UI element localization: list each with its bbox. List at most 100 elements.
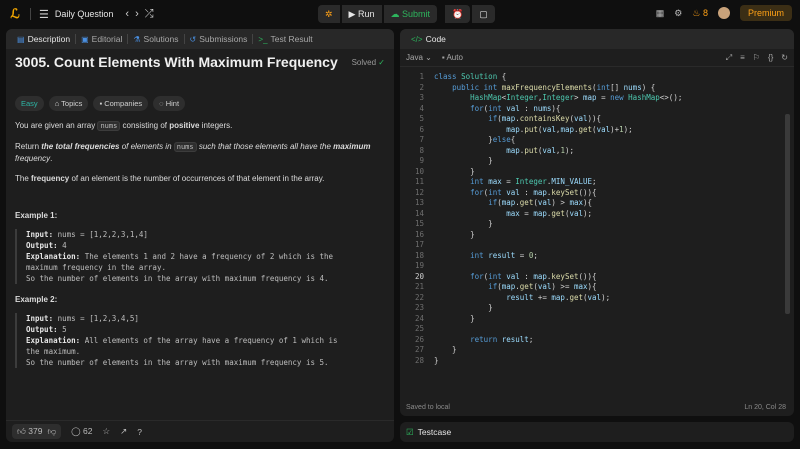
code-line[interactable]: } — [434, 230, 682, 241]
save-status: Saved to local — [406, 404, 450, 411]
editor-status-bar: Saved to local Ln 20, Col 28 — [406, 404, 786, 411]
code-line[interactable]: } — [434, 356, 682, 367]
code-line[interactable]: } — [434, 219, 682, 230]
notes-button[interactable]: ▢ — [472, 5, 495, 23]
shuffle-icon[interactable]: ⤮ — [145, 8, 154, 21]
code-line[interactable]: for(int val : nums){ — [434, 104, 682, 115]
code-line[interactable]: map.put(val,map.get(val)+1); — [434, 125, 682, 136]
line-number: 15 — [414, 219, 424, 228]
code-icon: </> — [411, 34, 423, 44]
chip-label: Hint — [165, 99, 180, 108]
companies-chip[interactable]: ▪ Companies — [93, 96, 149, 111]
code-editor[interactable]: 1 2 3 4 5 6 7 8 9 10 11 12 13 14 15 16 17 18 19 20 21 22 23 24 2… — [400, 69, 794, 394]
share-icon[interactable]: ↗ — [120, 426, 127, 437]
language-select[interactable]: Java ⌄ — [406, 53, 432, 62]
tab-description[interactable]: ▤ Description — [12, 34, 75, 44]
bold-text: frequency — [31, 174, 70, 183]
scrollbar[interactable] — [785, 114, 790, 314]
debug-button[interactable]: ✲ — [318, 5, 340, 23]
code-line[interactable]: for(int val : map.keySet()){ — [434, 188, 682, 199]
problem-description: 3005. Count Elements With Maximum Freque… — [6, 49, 394, 374]
code-line[interactable]: if(map.get(val) > max){ — [434, 198, 682, 209]
code-line[interactable]: if(map.get(val) >= max){ — [434, 282, 682, 293]
description-paragraph-1: You are given an array nums consisting o… — [15, 120, 385, 132]
run-button[interactable]: ▶ Run — [341, 5, 382, 23]
line-number: 1 — [419, 72, 424, 81]
tab-code[interactable]: </> Code — [406, 34, 451, 44]
tab-submissions[interactable]: ↺ Submissions — [185, 34, 253, 44]
tab-label: Editorial — [91, 34, 123, 44]
line-number: 19 — [414, 261, 424, 270]
like-button[interactable]: 👍︎ 379 — [17, 426, 42, 437]
text: consisting of — [120, 121, 170, 130]
reset-icon[interactable]: ↻ — [781, 53, 788, 63]
mode-select[interactable]: ▪ Auto — [442, 53, 463, 62]
line-number: 17 — [414, 240, 424, 249]
code-line[interactable] — [434, 261, 682, 272]
code-line[interactable]: int result = 0; — [434, 251, 682, 262]
line-number: 22 — [414, 292, 424, 302]
leetcode-logo-icon[interactable]: ℒ — [8, 6, 22, 21]
code-line[interactable]: if(map.containsKey(val)){ — [434, 114, 682, 125]
code-line[interactable]: max = map.get(val); — [434, 209, 682, 220]
format-icon[interactable]: ≡ — [740, 53, 745, 63]
value: 4 — [57, 241, 67, 250]
tab-label: Code — [425, 34, 446, 44]
layout-icon[interactable]: ▦ — [656, 8, 665, 19]
code-lines[interactable]: class Solution { public int maxFrequency… — [434, 72, 682, 366]
streak-badge[interactable]: ♨ 8 — [692, 8, 708, 19]
code-line[interactable]: } — [434, 156, 682, 167]
tab-solutions[interactable]: ⚗ Solutions — [128, 34, 183, 44]
code-panel: </> Code Java ⌄ ▪ Auto ⤢ ≡ ⚐ {} ↻ 1234567… — [400, 29, 794, 416]
nav-title[interactable]: Daily Question — [55, 9, 114, 19]
comment-count: 62 — [82, 426, 93, 436]
hint-chip[interactable]: ◌ Hint — [153, 96, 186, 111]
code-line[interactable]: for(int val : map.keySet()){ — [434, 272, 682, 283]
code-line[interactable]: }else{ — [434, 135, 682, 146]
editor-actions: ⤢ ≡ ⚐ {} ↻ — [726, 53, 788, 63]
settings-icon[interactable]: ⚙ — [674, 8, 682, 19]
code-line[interactable]: class Solution { — [434, 72, 682, 83]
topics-chip[interactable]: ⌂ Topics — [48, 96, 89, 111]
code-line[interactable]: HashMap<Integer,Integer> map = new HashM… — [434, 93, 682, 104]
line-number: 26 — [414, 334, 424, 344]
code-line[interactable]: } — [434, 345, 682, 356]
code-line[interactable]: } — [434, 303, 682, 314]
code-line[interactable]: int max = Integer.MIN_VALUE; — [434, 177, 682, 188]
code-line[interactable] — [434, 240, 682, 251]
comments-button[interactable]: ◯ 62 — [71, 426, 92, 437]
text: The — [15, 174, 32, 183]
line-number: 18 — [414, 250, 424, 260]
code-line[interactable]: result += map.get(val); — [434, 293, 682, 304]
code-line[interactable]: } — [434, 314, 682, 325]
code-line[interactable]: return result; — [434, 335, 682, 346]
favorite-star-icon[interactable]: ☆ — [102, 426, 110, 437]
dislike-button[interactable]: 👎︎ — [47, 426, 56, 437]
page-title[interactable]: 3005. Count Elements With Maximum Freque… — [15, 55, 338, 69]
next-problem-icon[interactable]: › — [135, 8, 139, 20]
prev-problem-icon[interactable]: ‹ — [125, 8, 129, 20]
italic-text: such that those elements all have the — [196, 142, 334, 151]
submit-button[interactable]: ☁ Submit — [383, 5, 438, 23]
expand-icon[interactable]: ⤢ — [726, 53, 732, 63]
tab-label: Solutions — [143, 34, 179, 44]
help-icon[interactable]: ? — [137, 427, 142, 437]
description-paragraph-2: Return the total frequencies of elements… — [15, 141, 385, 164]
tab-test-result[interactable]: >_ Test Result — [253, 34, 317, 44]
premium-button[interactable]: Premium — [739, 5, 792, 21]
line-numbers: 1 2 3 4 5 6 7 8 9 10 11 12 13 14 15 16 17 18 19 20 21 22 23 24 2… — [400, 72, 424, 366]
code-line[interactable]: } — [434, 167, 682, 178]
code-line[interactable]: map.put(val,1); — [434, 146, 682, 157]
tab-editorial[interactable]: ▣ Editorial — [76, 34, 127, 44]
bookmark-icon[interactable]: ⚐ — [753, 53, 760, 63]
braces-icon[interactable]: {} — [768, 53, 773, 63]
line-number: 25 — [414, 324, 424, 333]
timer-button[interactable]: ⏰ — [445, 5, 471, 23]
code-line[interactable]: public int maxFrequencyElements(int[] nu… — [434, 83, 682, 94]
bold-italic-text: the total frequencies — [41, 142, 120, 151]
tag-chips: Easy ⌂ Topics ▪ Companies ◌ Hint — [15, 96, 385, 111]
tab-testcase[interactable]: ☑ Testcase — [400, 422, 794, 442]
problem-list-icon[interactable]: ☰ — [39, 8, 49, 21]
avatar[interactable] — [717, 7, 730, 19]
code-line[interactable] — [434, 324, 682, 335]
